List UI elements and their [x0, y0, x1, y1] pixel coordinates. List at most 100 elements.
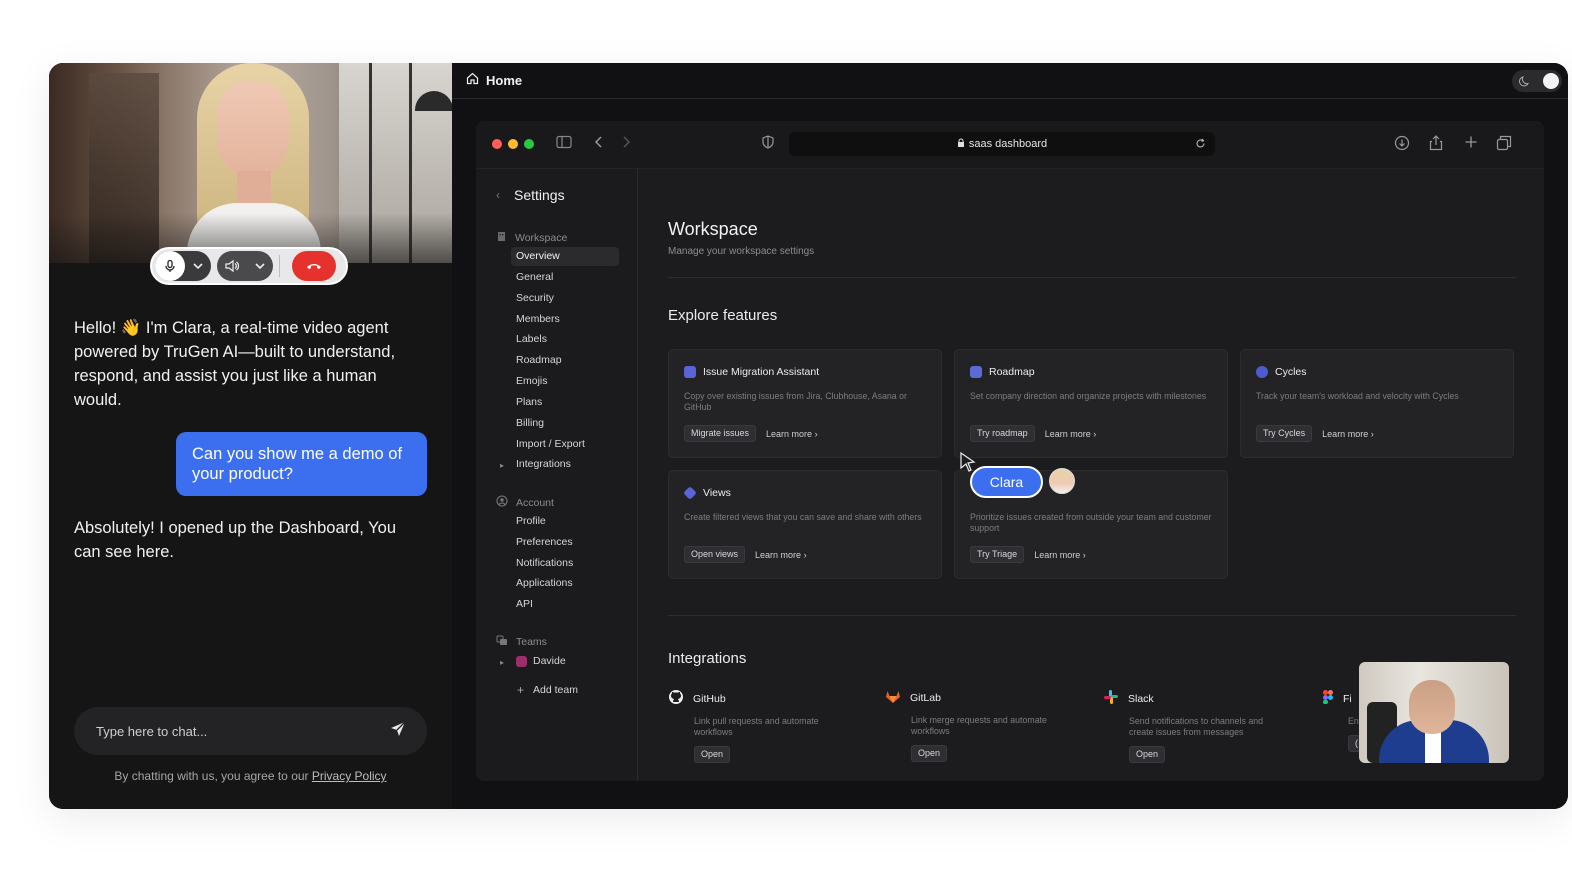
sidebar-item-security[interactable]: Security	[511, 289, 619, 308]
speaker-control[interactable]	[217, 251, 273, 281]
feature-card-views: Views Create filtered views that you can…	[668, 470, 942, 579]
team-name: Davide	[533, 655, 566, 667]
disclaimer: By chatting with us, you agree to our Pr…	[49, 769, 452, 783]
sidebar-item-integrations[interactable]: Integrations	[511, 455, 619, 474]
learn-more-link[interactable]: Learn more ›	[1322, 429, 1374, 439]
teams-label: Teams	[516, 636, 547, 648]
sidebar-item-roadmap[interactable]: Roadmap	[511, 351, 619, 370]
caret-right-icon[interactable]: ▸	[500, 658, 504, 667]
caret-right-icon[interactable]: ▸	[500, 461, 504, 470]
mic-control[interactable]	[155, 251, 211, 281]
agent-mini-avatar	[1049, 468, 1075, 494]
agent-name-pill: Clara	[970, 466, 1043, 498]
learn-more-link[interactable]: Learn more ›	[766, 429, 818, 439]
workspace-section: Workspace	[496, 231, 567, 245]
integration-name: GitLab	[910, 692, 941, 704]
top-bar: Home	[452, 63, 1568, 99]
user-video-pip[interactable]	[1359, 662, 1509, 763]
app-window: Hello! 👋 I'm Clara, a real-time video ag…	[49, 63, 1568, 809]
back-icon[interactable]	[594, 135, 604, 154]
cycles-icon	[1256, 366, 1268, 378]
send-icon[interactable]	[389, 720, 407, 743]
reload-icon[interactable]	[1195, 138, 1206, 152]
open-gitlab-button[interactable]: Open	[911, 745, 948, 762]
new-tab-icon[interactable]	[1464, 135, 1478, 154]
moon-icon	[1519, 74, 1531, 92]
theme-toggle[interactable]	[1512, 70, 1562, 92]
integrations-heading: Integrations	[668, 650, 747, 667]
user-message: Can you show me a demo of your product?	[176, 432, 427, 496]
home-label[interactable]: Home	[486, 73, 522, 88]
integration-gitlab: GitLab Link merge requests and automate …	[885, 689, 1085, 762]
url-text: saas dashboard	[968, 138, 1048, 150]
sidebar-item-members[interactable]: Members	[511, 310, 619, 329]
sidebar-item-general[interactable]: General	[511, 268, 619, 287]
sidebar-toggle-icon[interactable]	[556, 135, 572, 154]
sidebar-item-profile[interactable]: Profile	[511, 512, 619, 531]
minimize-dot[interactable]	[508, 139, 518, 149]
card-description: Prioritize issues created from outside y…	[970, 512, 1212, 533]
sidebar-item-applications[interactable]: Applications	[511, 574, 619, 593]
tabs-overview-icon[interactable]	[1496, 135, 1512, 156]
feature-card-issue-migration: Issue Migration Assistant Copy over exis…	[668, 349, 942, 458]
github-icon	[668, 689, 684, 708]
chevron-down-icon[interactable]	[185, 251, 211, 281]
chevron-down-icon[interactable]	[247, 251, 273, 281]
browser-toolbar: saas dashboard	[476, 121, 1544, 169]
map-icon	[970, 366, 982, 378]
figma-icon	[1322, 689, 1334, 708]
user-circle-icon	[496, 495, 508, 510]
workspace-label: Workspace	[515, 232, 568, 244]
page-subtitle: Manage your workspace settings	[668, 246, 815, 257]
maximize-dot[interactable]	[524, 139, 534, 149]
agent-video	[49, 63, 452, 263]
learn-more-link[interactable]: Learn more ›	[755, 550, 807, 560]
shield-icon[interactable]	[762, 135, 774, 154]
download-icon[interactable]	[1394, 135, 1410, 156]
migrate-issues-button[interactable]: Migrate issues	[684, 425, 757, 442]
plus-icon: +	[517, 683, 525, 697]
open-github-button[interactable]: Open	[694, 746, 731, 763]
sidebar-item-plans[interactable]: Plans	[511, 393, 619, 412]
sidebar-item-api[interactable]: API	[511, 595, 619, 614]
try-cycles-button[interactable]: Try Cycles	[1256, 425, 1313, 442]
card-description: Set company direction and organize proje…	[970, 391, 1207, 401]
sidebar-item-import-export[interactable]: Import / Export	[511, 435, 619, 454]
agent-message: Hello! 👋 I'm Clara, a real-time video ag…	[74, 319, 396, 409]
settings-sidebar: ‹ Settings Workspace Overview General Se…	[476, 169, 638, 781]
page-title: Workspace	[668, 219, 758, 239]
sidebar-item-preferences[interactable]: Preferences	[511, 533, 619, 552]
integration-name: GitHub	[693, 692, 726, 705]
forward-icon[interactable]	[621, 135, 631, 154]
try-roadmap-button[interactable]: Try roadmap	[970, 425, 1035, 442]
card-description: Create filtered views that you can save …	[684, 512, 922, 522]
sidebar-item-notifications[interactable]: Notifications	[511, 554, 619, 573]
mic-icon[interactable]	[155, 251, 185, 281]
learn-more-link[interactable]: Learn more ›	[1034, 550, 1086, 560]
sidebar-item-emojis[interactable]: Emojis	[511, 372, 619, 391]
chat-input[interactable]	[96, 723, 376, 739]
open-slack-button[interactable]: Open	[1129, 746, 1166, 763]
views-icon	[683, 486, 697, 500]
call-controls	[150, 247, 348, 285]
building-icon	[496, 231, 507, 245]
integration-name: Fi	[1343, 692, 1352, 705]
speaker-icon[interactable]	[217, 251, 247, 281]
close-dot[interactable]	[492, 139, 502, 149]
open-views-button[interactable]: Open views	[684, 546, 746, 563]
sidebar-item-team-davide[interactable]: Davide	[511, 652, 619, 671]
home-icon[interactable]	[466, 72, 479, 90]
phone-hangup-icon	[307, 264, 321, 269]
sidebar-item-billing[interactable]: Billing	[511, 414, 619, 433]
add-team-label: Add team	[533, 684, 578, 696]
sidebar-item-labels[interactable]: Labels	[511, 330, 619, 349]
share-icon[interactable]	[1429, 135, 1443, 156]
privacy-policy-link[interactable]: Privacy Policy	[312, 769, 387, 783]
learn-more-link[interactable]: Learn more ›	[1045, 429, 1097, 439]
add-team-button[interactable]: + Add team	[511, 681, 619, 700]
try-triage-button[interactable]: Try Triage	[970, 546, 1025, 563]
back-chevron-icon[interactable]: ‹	[496, 188, 500, 202]
end-call-button[interactable]	[292, 251, 336, 281]
url-bar[interactable]: saas dashboard	[789, 132, 1215, 156]
sidebar-item-overview[interactable]: Overview	[511, 247, 619, 266]
